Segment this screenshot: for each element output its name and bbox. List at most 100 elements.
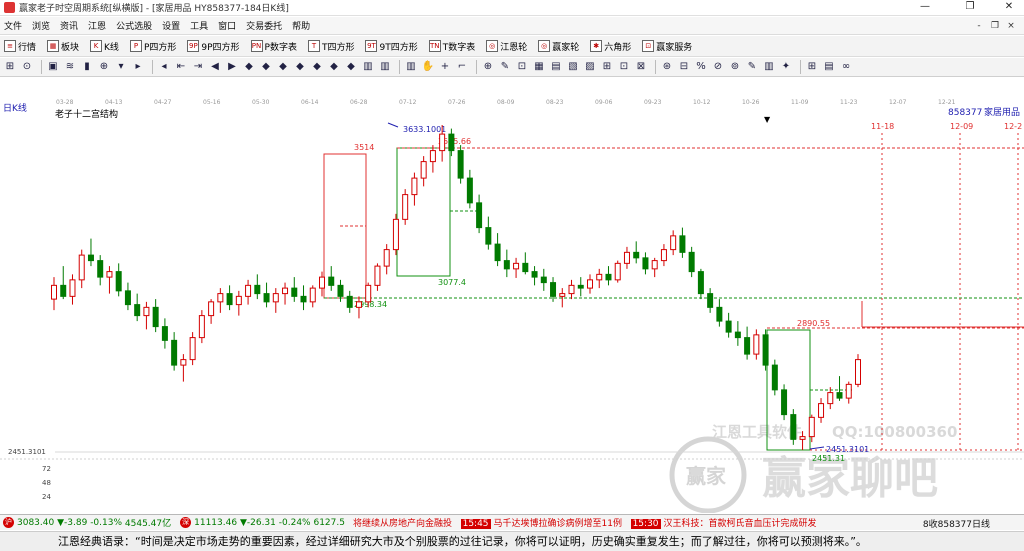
draw-tool-icon-3[interactable]: ≋ xyxy=(63,60,77,74)
toolbar-button-6[interactable]: T T四方形 xyxy=(304,40,354,53)
draw-tool-icon-21[interactable]: ▥ xyxy=(378,60,392,74)
status-right-label: 8收858377日线 xyxy=(922,520,990,530)
draw-tool-icon-22[interactable]: ▥ xyxy=(404,60,418,74)
draw-tool-icon-15[interactable]: ◆ xyxy=(276,60,290,74)
watermark-logo: 赢家 xyxy=(686,464,727,488)
toolbar-button-11[interactable]: ✱ 六角形 xyxy=(586,40,631,53)
draw-tool-icon-34[interactable]: ⊡ xyxy=(617,60,631,74)
candle-body xyxy=(466,177,473,204)
toolbar-button-12[interactable]: ⊡ 赢家服务 xyxy=(638,40,692,53)
candle-body xyxy=(337,284,344,297)
draw-tool-icon-0[interactable]: ⊞ xyxy=(3,60,17,74)
toolbar-button-7[interactable]: 9T 9T四方形 xyxy=(361,40,418,53)
draw-tool-icon-13[interactable]: ◆ xyxy=(242,60,256,74)
toolbar-button-9[interactable]: ◎ 江恩轮 xyxy=(482,40,527,53)
toolbar-button-4[interactable]: 9P 9P四方形 xyxy=(183,40,240,53)
axis-low-label: 2451.3101 xyxy=(8,448,46,456)
draw-tool-icon-42[interactable]: ▥ xyxy=(762,60,776,74)
kline-chart[interactable]: 03-28 04-13 04-27 05-16 05-30 06-14 06-28 07-12… xyxy=(0,97,1024,514)
draw-tool-icon-1[interactable]: ⊙ xyxy=(20,60,34,74)
candle-body xyxy=(180,359,187,366)
draw-tool-icon-36[interactable]: ⊛ xyxy=(660,60,674,74)
toolbar-button-1[interactable]: ▦ 板块 xyxy=(43,40,79,53)
draw-tool-icon-38[interactable]: % xyxy=(694,60,708,74)
draw-tool-icon-27[interactable]: ✎ xyxy=(498,60,512,74)
close-button[interactable]: ✕ xyxy=(994,0,1024,16)
candle-body xyxy=(429,150,436,163)
draw-tool-icon-46[interactable]: ∞ xyxy=(839,60,853,74)
toolbar-button-8[interactable]: TN T数字表 xyxy=(425,40,475,53)
draw-tool-icon-10[interactable]: ⇥ xyxy=(191,60,205,74)
minimize-button[interactable]: — xyxy=(910,0,940,16)
draw-tool-icon-11[interactable]: ◀ xyxy=(208,60,222,74)
menu-window[interactable]: 窗口 xyxy=(213,19,241,32)
draw-tool-icon-4[interactable]: ▮ xyxy=(80,60,94,74)
draw-tool-icon-12[interactable]: ▶ xyxy=(225,60,239,74)
candle-body xyxy=(78,254,85,281)
draw-tool-icon-25[interactable]: ⌐ xyxy=(455,60,469,74)
maximize-button[interactable]: ❐ xyxy=(955,0,985,16)
draw-tool-icon-31[interactable]: ▧ xyxy=(566,60,580,74)
menu-settings[interactable]: 设置 xyxy=(157,19,185,32)
draw-tool-icon-26[interactable]: ⊕ xyxy=(481,60,495,74)
draw-tool-icon-40[interactable]: ⊚ xyxy=(728,60,742,74)
draw-tool-icon-23[interactable]: ✋ xyxy=(421,60,435,74)
mdi-minimize-button[interactable]: - xyxy=(972,19,986,33)
news-1[interactable]: 将继续从房地产向金融投 xyxy=(353,519,452,529)
draw-tool-icon-45[interactable]: ▤ xyxy=(822,60,836,74)
draw-tool-icon-16[interactable]: ◆ xyxy=(293,60,307,74)
news-ticker[interactable]: 将继续从房地产向金融投 15:45 马千达埃博拉确诊病例增至11例 15:30 汉王… xyxy=(353,516,817,529)
draw-tool-icon-28[interactable]: ⊡ xyxy=(515,60,529,74)
draw-tool-icon-9[interactable]: ⇤ xyxy=(174,60,188,74)
toolbar-button-5[interactable]: PN P数字表 xyxy=(247,40,297,53)
menu-gann[interactable]: 江恩 xyxy=(83,19,111,32)
draw-tool-icon-32[interactable]: ▨ xyxy=(583,60,597,74)
draw-tool-icon-6[interactable]: ▾ xyxy=(114,60,128,74)
candle-body xyxy=(688,251,695,273)
candle-body xyxy=(171,339,178,366)
date-tick: 11-09 xyxy=(791,99,809,106)
sort-icon[interactable]: ▼ xyxy=(764,115,771,124)
draw-tool-icon-39[interactable]: ⊘ xyxy=(711,60,725,74)
menu-browse[interactable]: 浏览 xyxy=(27,19,55,32)
menu-help[interactable]: 帮助 xyxy=(287,19,315,32)
candle-body xyxy=(309,287,316,303)
watermark-text-3: 赢家聊吧 xyxy=(762,453,938,504)
draw-tool-icon-2[interactable]: ▣ xyxy=(46,60,60,74)
draw-tool-icon-18[interactable]: ◆ xyxy=(327,60,341,74)
kline-chart-svg[interactable]: 03-28 04-13 04-27 05-16 05-30 06-14 06-28 07-12… xyxy=(0,97,1024,514)
draw-tool-icon-41[interactable]: ✎ xyxy=(745,60,759,74)
menu-info[interactable]: 资讯 xyxy=(55,19,83,32)
mdi-close-button[interactable]: × xyxy=(1004,19,1018,33)
toolbar-icon-0: ≡ xyxy=(4,40,16,52)
candle-body xyxy=(642,257,649,270)
draw-tool-icon-5[interactable]: ⊕ xyxy=(97,60,111,74)
draw-tool-icon-44[interactable]: ⊞ xyxy=(805,60,819,74)
draw-tool-icon-29[interactable]: ▦ xyxy=(532,60,546,74)
draw-tool-icon-30[interactable]: ▤ xyxy=(549,60,563,74)
draw-tool-icon-20[interactable]: ▥ xyxy=(361,60,375,74)
draw-tool-icon-43[interactable]: ✦ xyxy=(779,60,793,74)
draw-tool-icon-33[interactable]: ⊞ xyxy=(600,60,614,74)
index-sh[interactable]: 沪 3083.40 ▼-3.89 -0.13% 4545.47亿 xyxy=(0,516,171,529)
draw-tool-icon-14[interactable]: ◆ xyxy=(259,60,273,74)
toolbar-button-0[interactable]: ≡ 行情 xyxy=(0,40,36,53)
news-2[interactable]: 马千达埃博拉确诊病例增至11例 xyxy=(494,519,622,529)
toolbar-button-2[interactable]: K K线 xyxy=(86,40,119,53)
draw-tool-icon-8[interactable]: ◂ xyxy=(157,60,171,74)
menu-tools[interactable]: 工具 xyxy=(185,19,213,32)
mdi-restore-button[interactable]: ❐ xyxy=(988,19,1002,33)
draw-tool-icon-37[interactable]: ⊟ xyxy=(677,60,691,74)
menu-file[interactable]: 文件 xyxy=(0,19,27,32)
menu-formula[interactable]: 公式选股 xyxy=(111,19,157,32)
news-3[interactable]: 汉王科技：首款柯氏音血压计完成研发 xyxy=(664,519,817,529)
toolbar-button-3[interactable]: P P四方形 xyxy=(126,40,176,53)
draw-tool-icon-35[interactable]: ⊠ xyxy=(634,60,648,74)
index-sz[interactable]: 深 11113.46 ▼-26.31 -0.24% 6127.5 xyxy=(177,517,345,528)
draw-tool-icon-17[interactable]: ◆ xyxy=(310,60,324,74)
draw-tool-icon-24[interactable]: + xyxy=(438,60,452,74)
draw-tool-icon-7[interactable]: ▸ xyxy=(131,60,145,74)
draw-tool-icon-19[interactable]: ◆ xyxy=(344,60,358,74)
toolbar-button-10[interactable]: ◎ 赢家轮 xyxy=(534,40,579,53)
menu-trade[interactable]: 交易委托 xyxy=(241,19,287,32)
